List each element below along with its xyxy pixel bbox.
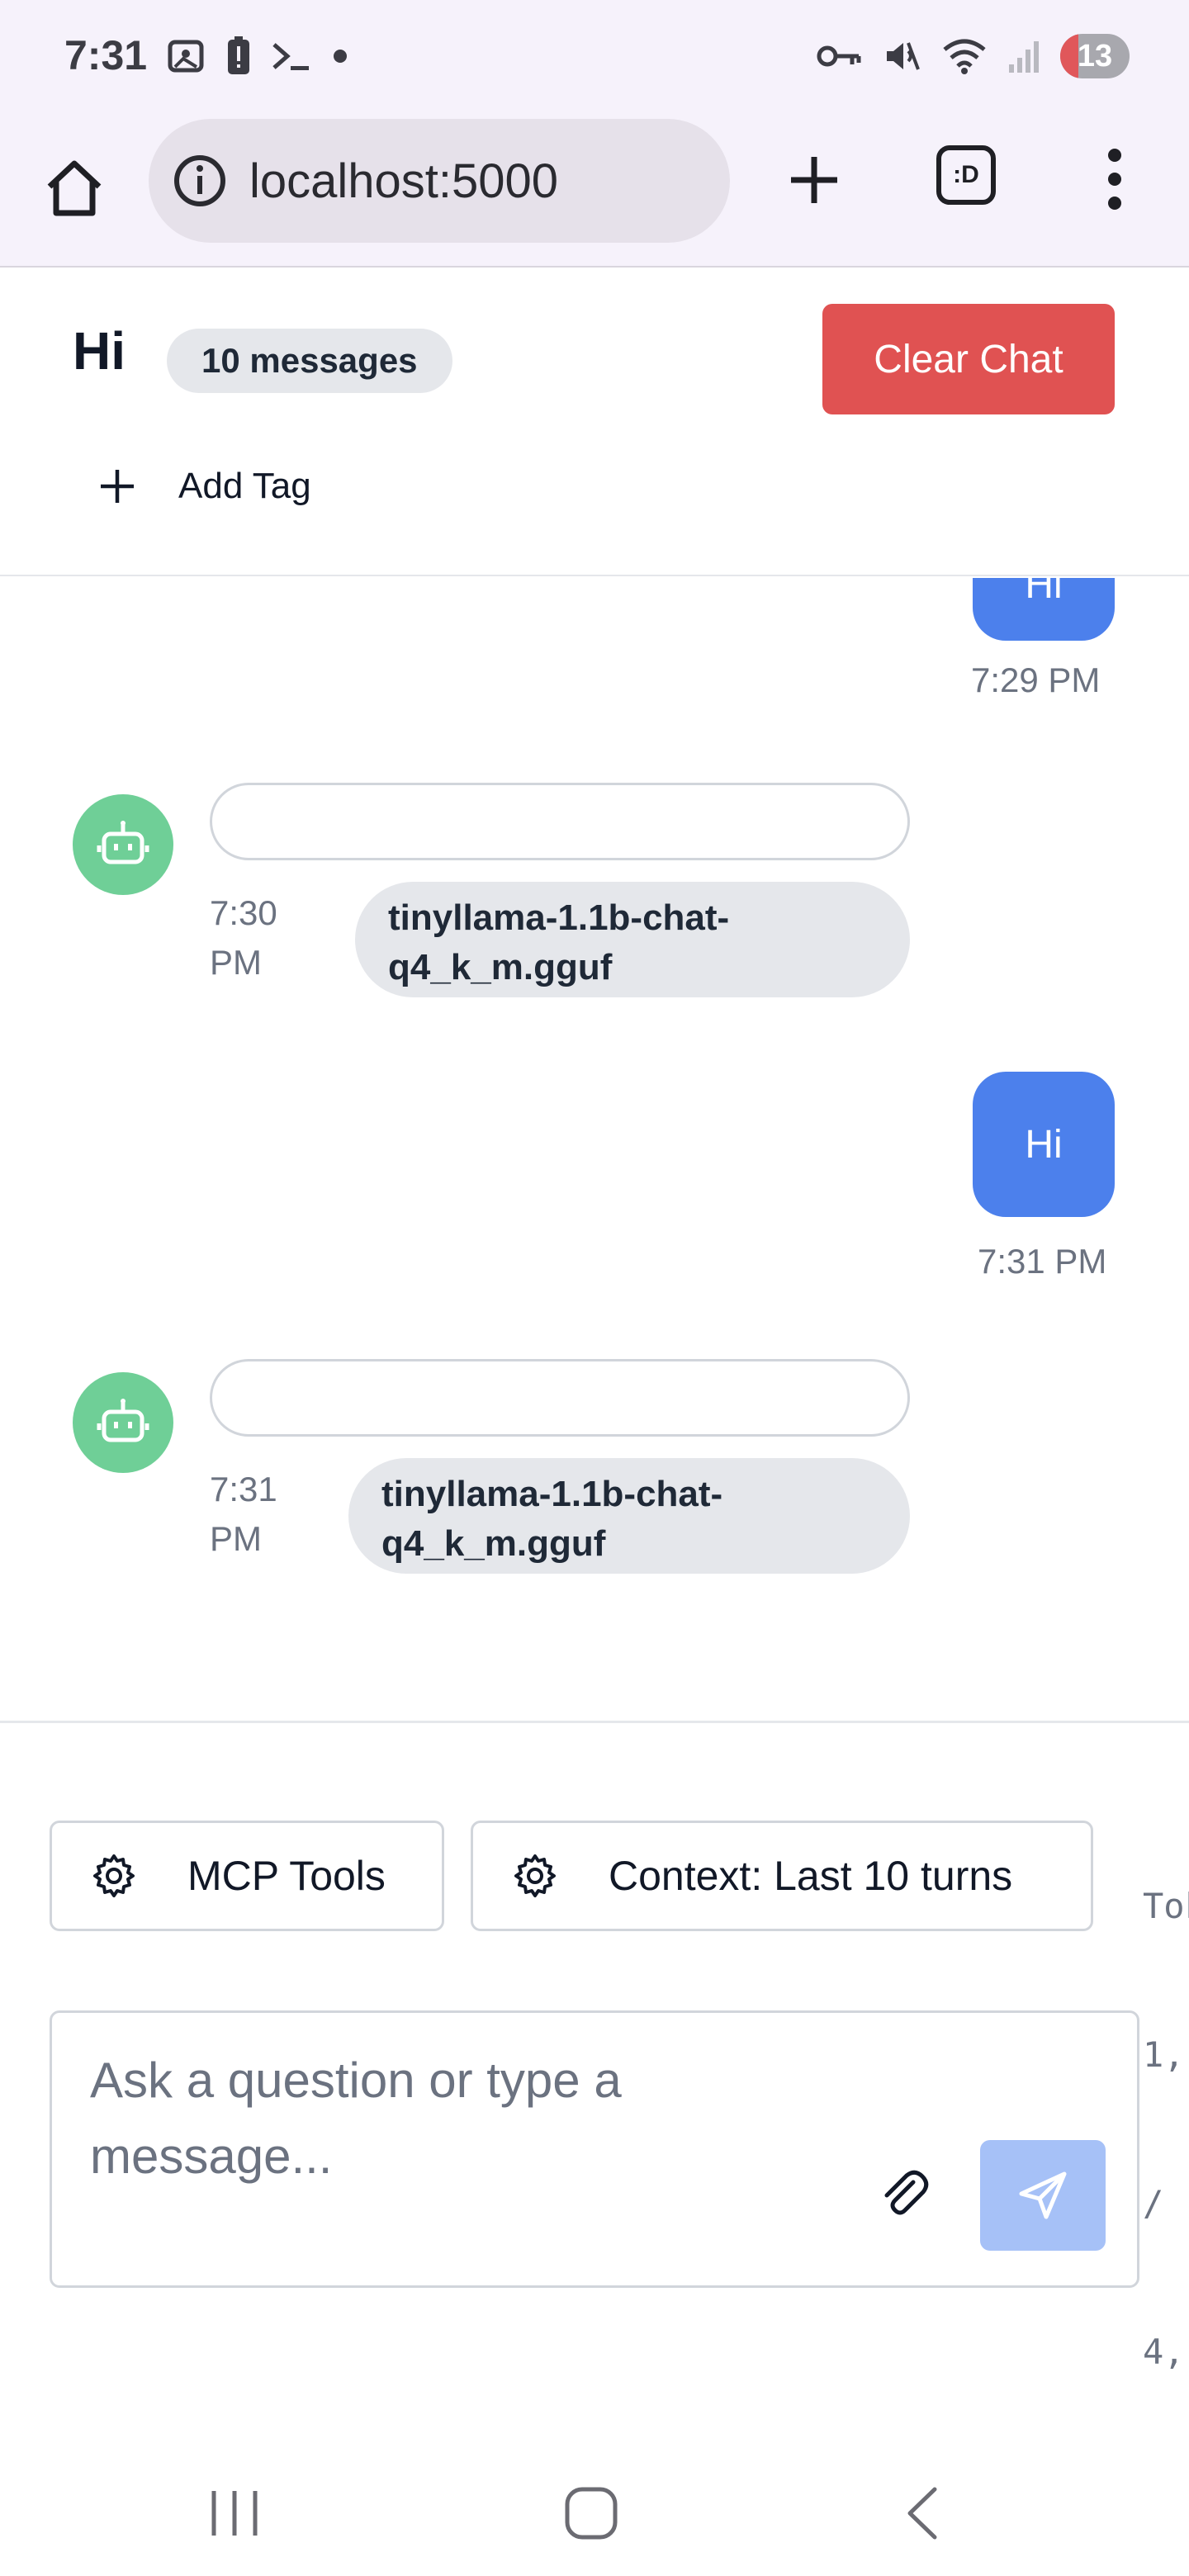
plus-icon	[101, 470, 134, 503]
message-list[interactable]: Hi 7:29 PM 7:30 PM tinyllama-1.1b-chat- …	[0, 578, 1189, 1721]
gear-icon	[90, 1852, 138, 1900]
android-nav-bar	[0, 2447, 1189, 2576]
user-message-text: Hi	[1025, 578, 1063, 607]
signal-icon	[1007, 38, 1040, 74]
url-text: localhost:5000	[249, 154, 559, 208]
clear-chat-button[interactable]: Clear Chat	[822, 304, 1115, 414]
bot-avatar	[73, 1372, 173, 1473]
plus-icon	[791, 157, 837, 203]
message-timestamp: 7:29 PM	[971, 661, 1101, 699]
message-input[interactable]: Ask a question or type a message...	[50, 2010, 1139, 2288]
add-tag-label: Add Tag	[178, 466, 311, 506]
back-icon	[907, 2487, 937, 2540]
status-left-icons	[165, 33, 350, 79]
tab-switcher-label: :D	[953, 161, 979, 188]
home-icon	[47, 160, 102, 216]
home-nav-icon	[565, 2487, 618, 2540]
battery-alert-icon	[225, 35, 253, 78]
token-counter: Tok 1, / 4,	[1143, 1886, 1189, 2372]
add-tag-button[interactable]: Add Tag	[99, 457, 311, 515]
context-label: Context: Last 10 turns	[609, 1853, 1013, 1899]
message-count-badge: 10 messages	[167, 329, 452, 393]
vpn-key-icon	[816, 40, 862, 73]
dot-icon	[330, 46, 350, 66]
recent-apps-button[interactable]	[193, 2480, 276, 2546]
bot-avatar	[73, 794, 173, 895]
bot-icon	[97, 821, 149, 864]
user-message-bubble: Hi	[973, 578, 1115, 641]
tab-switcher-button[interactable]: :D	[936, 145, 996, 205]
paperclip-icon	[884, 2170, 929, 2215]
message-timestamp: 7:30 PM	[210, 893, 277, 982]
home-nav-button[interactable]	[550, 2480, 632, 2546]
assistant-message-bubble	[210, 783, 910, 860]
message-input-placeholder: Ask a question or type a message...	[90, 2053, 622, 2184]
chat-title: Hi	[73, 321, 126, 381]
composer-area: MCP Tools Context: Last 10 turns Tok 1, …	[0, 1721, 1189, 2447]
address-bar[interactable]: localhost:5000	[149, 119, 730, 243]
status-time: 7:31	[64, 32, 148, 78]
wifi-icon	[941, 36, 988, 76]
recent-apps-icon	[211, 2491, 258, 2536]
gear-icon	[511, 1852, 559, 1900]
status-right-icons: 13	[816, 31, 1130, 81]
notification-badge: 13	[1060, 34, 1130, 78]
user-message-bubble: Hi	[973, 1072, 1115, 1217]
browser-menu-button[interactable]	[1098, 142, 1131, 216]
message-timestamp: 7:31 PM	[210, 1470, 277, 1558]
back-button[interactable]	[882, 2480, 964, 2546]
terminal-icon	[271, 40, 312, 73]
context-button[interactable]: Context: Last 10 turns	[471, 1821, 1093, 1931]
user-message-text: Hi	[1025, 1122, 1063, 1167]
model-name-badge: tinyllama-1.1b-chat- q4_k_m.gguf	[348, 1458, 910, 1574]
mcp-tools-button[interactable]: MCP Tools	[50, 1821, 444, 1931]
assistant-message-bubble	[210, 1359, 910, 1437]
send-icon	[1019, 2171, 1067, 2219]
message-timestamp: 7:31 PM	[978, 1242, 1107, 1281]
screenshot-icon	[165, 36, 206, 77]
mute-icon	[882, 36, 921, 76]
home-button[interactable]	[41, 155, 107, 221]
chat-header: Hi 10 messages Clear Chat Add Tag	[0, 268, 1189, 576]
bot-icon	[97, 1399, 149, 1442]
browser-toolbar: localhost:5000 :D	[0, 114, 1189, 268]
new-tab-button[interactable]	[781, 147, 847, 213]
model-name-badge: tinyllama-1.1b-chat- q4_k_m.gguf	[355, 882, 910, 997]
status-bar: 7:31 13	[0, 0, 1189, 114]
attach-button[interactable]	[869, 2160, 939, 2229]
send-button[interactable]	[980, 2140, 1106, 2251]
mcp-tools-label: MCP Tools	[187, 1853, 386, 1899]
site-info-icon	[174, 155, 225, 206]
